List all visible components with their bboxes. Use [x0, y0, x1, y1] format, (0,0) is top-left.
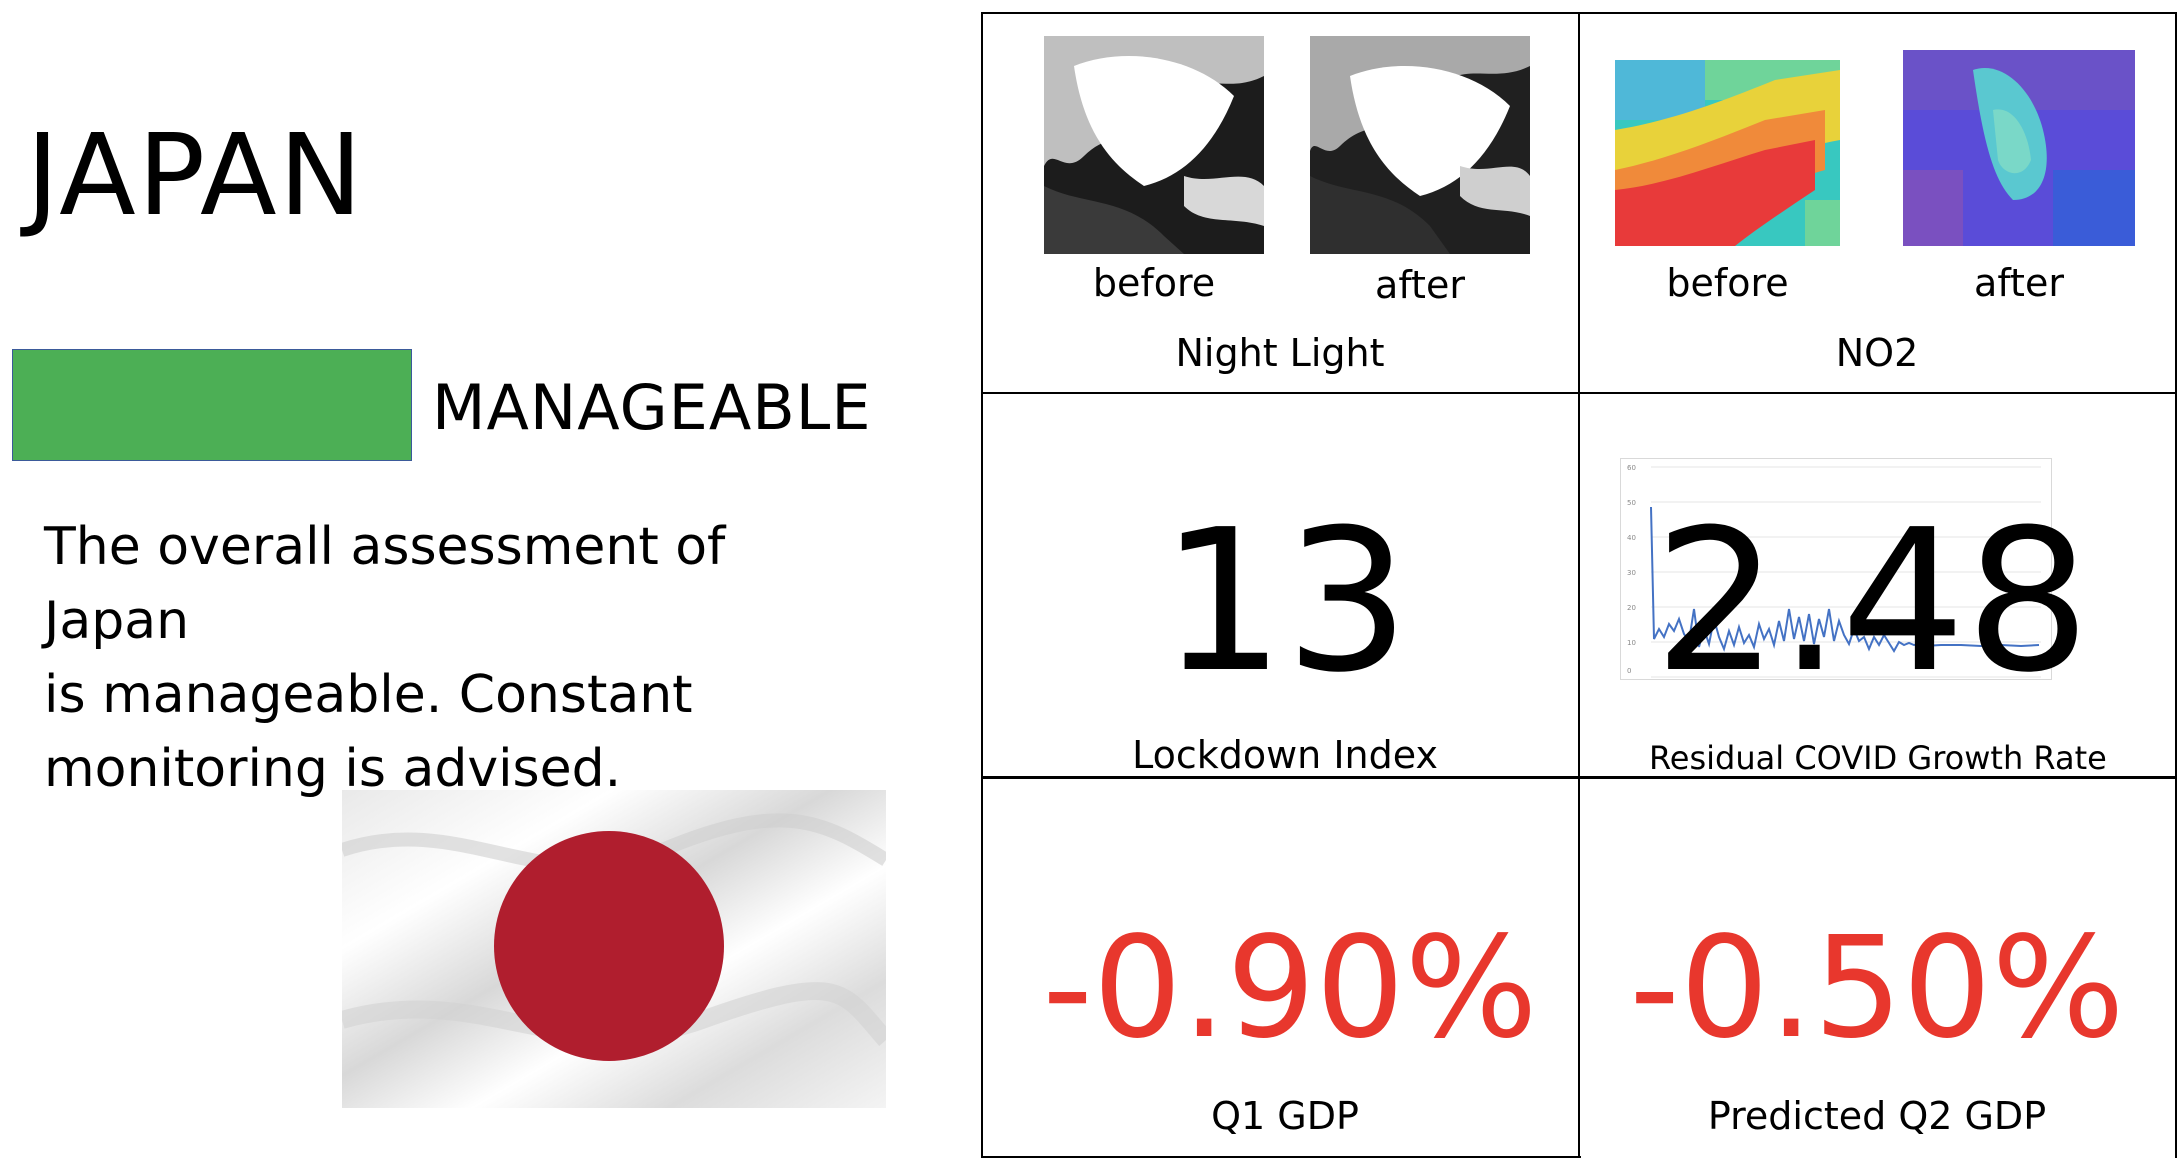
night-light-caption: Night Light — [1175, 331, 1385, 375]
covid-growth-caption: Residual COVID Growth Rate — [1649, 739, 2107, 777]
no2-before-label: before — [1666, 261, 1789, 305]
lockdown-index-value: 13 — [1160, 488, 1410, 716]
lockdown-panel: 13 Lockdown Index — [981, 394, 1579, 776]
night-light-before-label: before — [1092, 261, 1216, 305]
assessment-line-1: The overall assessment of Japan — [44, 517, 726, 651]
no2-caption: NO2 — [1835, 331, 1919, 375]
night-light-before-image — [1044, 36, 1264, 254]
q2-gdp-value: -0.50% — [1629, 907, 2125, 1070]
q1-gdp-value: -0.90% — [1042, 907, 1538, 1070]
status-color-swatch — [12, 349, 412, 461]
assessment-line-2: is manageable. Constant — [44, 665, 693, 725]
covid-growth-value: 2.48 — [1653, 488, 2091, 716]
no2-after-image — [1903, 50, 2135, 246]
covid-y-tick: 60 — [1627, 464, 1636, 472]
night-light-after-image — [1310, 36, 1530, 254]
no2-before-image — [1615, 60, 1840, 246]
q1-gdp-caption: Q1 GDP — [1211, 1094, 1359, 1138]
country-title: JAPAN — [26, 111, 365, 241]
assessment-text: The overall assessment of Japan is manag… — [44, 510, 884, 806]
status-label: MANAGEABLE — [432, 371, 872, 444]
lockdown-index-caption: Lockdown Index — [1132, 733, 1438, 777]
night-light-after-label: after — [1375, 263, 1465, 307]
metrics-grid: before after Night Light before after NO… — [981, 12, 2177, 1158]
no2-after-label: after — [1974, 261, 2064, 305]
q1-gdp-panel: -0.90% Q1 GDP — [981, 779, 1579, 1158]
q2-gdp-caption: Predicted Q2 GDP — [1707, 1094, 2047, 1138]
q2-gdp-panel: -0.50% Predicted Q2 GDP — [1579, 779, 2175, 1158]
japan-flag-icon — [342, 790, 886, 1108]
no2-panel: before after NO2 — [1579, 12, 2175, 392]
covid-growth-panel: 60 50 40 30 20 10 0 2.48 Residual COVID … — [1579, 394, 2175, 776]
night-light-panel: before after Night Light — [981, 12, 1579, 392]
